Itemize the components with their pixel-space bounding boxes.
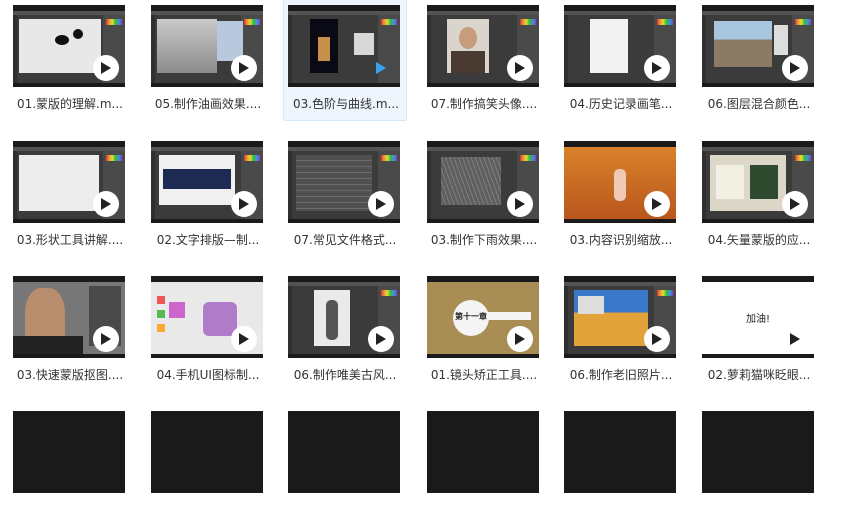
play-icon[interactable]	[231, 55, 257, 81]
video-title[interactable]: 03.快速蒙版抠图....	[8, 366, 132, 383]
video-thumbnail[interactable]	[564, 141, 676, 223]
play-icon[interactable]	[782, 326, 808, 352]
video-title[interactable]: 06.制作老旧照片...	[559, 366, 683, 383]
video-tile[interactable]: 加油! 02.萝莉猫咪眨眼...	[697, 270, 821, 392]
play-icon[interactable]	[93, 326, 119, 352]
video-thumbnail[interactable]	[288, 411, 400, 493]
video-tile[interactable]: 06.制作唯美古风...	[283, 270, 407, 392]
video-title[interactable]: 03.色阶与曲线.m...	[284, 95, 408, 112]
video-title[interactable]: 03.形状工具讲解....	[8, 231, 132, 248]
video-title[interactable]: 01.镜头矫正工具....	[422, 366, 546, 383]
play-icon[interactable]	[93, 191, 119, 217]
video-tile[interactable]: 05.制作油画效果....	[146, 0, 270, 121]
video-thumbnail[interactable]	[702, 141, 814, 223]
play-icon[interactable]	[644, 55, 670, 81]
video-tile[interactable]: 第十一章 01.镜头矫正工具....	[422, 270, 546, 392]
play-icon[interactable]	[231, 191, 257, 217]
video-tile[interactable]: 07.常见文件格式...	[283, 135, 407, 257]
video-tile[interactable]	[146, 405, 270, 527]
video-tile[interactable]: 03.制作下雨效果....	[422, 135, 546, 257]
chapter-overlay-text: 第十一章	[455, 312, 487, 321]
video-title[interactable]: 02.文字排版—制...	[146, 231, 270, 248]
play-icon[interactable]	[644, 191, 670, 217]
play-icon[interactable]	[782, 191, 808, 217]
play-icon[interactable]	[782, 55, 808, 81]
video-tile[interactable]	[422, 405, 546, 527]
video-title[interactable]: 02.萝莉猫咪眨眼...	[697, 366, 821, 383]
video-thumbnail[interactable]	[288, 276, 400, 358]
video-title[interactable]: 04.矢量蒙版的应...	[697, 231, 821, 248]
play-icon[interactable]	[231, 326, 257, 352]
video-thumbnail[interactable]: 第十一章	[427, 276, 539, 358]
play-icon[interactable]	[507, 326, 533, 352]
play-icon[interactable]	[368, 191, 394, 217]
play-icon[interactable]	[507, 191, 533, 217]
video-thumbnail[interactable]	[13, 276, 125, 358]
video-thumbnail[interactable]	[13, 411, 125, 493]
video-tile[interactable]: 03.形状工具讲解....	[8, 135, 132, 257]
video-title[interactable]: 07.常见文件格式...	[283, 231, 407, 248]
video-thumbnail[interactable]	[151, 276, 263, 358]
video-thumbnail[interactable]	[151, 141, 263, 223]
play-icon[interactable]	[368, 326, 394, 352]
video-title[interactable]: 06.图层混合颜色...	[697, 95, 821, 112]
video-tile[interactable]: 06.图层混合颜色...	[697, 0, 821, 121]
video-thumbnail[interactable]	[564, 411, 676, 493]
video-tile[interactable]: 06.制作老旧照片...	[559, 270, 683, 392]
video-thumbnail[interactable]	[427, 141, 539, 223]
video-thumbnail[interactable]	[151, 411, 263, 493]
video-thumbnail[interactable]	[564, 5, 676, 87]
video-thumbnail[interactable]: 加油!	[702, 276, 814, 358]
video-title[interactable]: 03.内容识别缩放...	[559, 231, 683, 248]
video-tile[interactable]: 02.文字排版—制...	[146, 135, 270, 257]
video-thumbnail[interactable]	[288, 5, 400, 87]
video-tile[interactable]	[8, 405, 132, 527]
play-icon[interactable]	[368, 55, 394, 81]
video-title[interactable]: 04.手机UI图标制...	[146, 366, 270, 383]
play-icon[interactable]	[93, 55, 119, 81]
video-thumbnail[interactable]	[151, 5, 263, 87]
play-icon[interactable]	[644, 326, 670, 352]
video-tile[interactable]: 04.历史记录画笔...	[559, 0, 683, 121]
video-thumbnail[interactable]	[288, 141, 400, 223]
video-thumbnail[interactable]	[564, 276, 676, 358]
video-title[interactable]: 03.制作下雨效果....	[422, 231, 546, 248]
cheer-overlay-text: 加油!	[745, 314, 770, 325]
video-tile[interactable]: 03.内容识别缩放...	[559, 135, 683, 257]
video-tile[interactable]	[559, 405, 683, 527]
video-title[interactable]: 04.历史记录画笔...	[559, 95, 683, 112]
video-tile[interactable]	[697, 405, 821, 527]
play-icon[interactable]	[507, 55, 533, 81]
video-tile[interactable]: 04.手机UI图标制...	[146, 270, 270, 392]
video-tile[interactable]: 01.蒙版的理解.m...	[8, 0, 132, 121]
video-thumbnail[interactable]	[427, 5, 539, 87]
video-title[interactable]: 05.制作油画效果....	[146, 95, 270, 112]
video-tile[interactable]: 03.色阶与曲线.m...	[283, 0, 407, 121]
video-title[interactable]: 07.制作搞笑头像....	[422, 95, 546, 112]
video-tile[interactable]: 04.矢量蒙版的应...	[697, 135, 821, 257]
video-tile[interactable]	[283, 405, 407, 527]
video-title[interactable]: 06.制作唯美古风...	[283, 366, 407, 383]
video-thumbnail[interactable]	[702, 411, 814, 493]
video-tile[interactable]: 03.快速蒙版抠图....	[8, 270, 132, 392]
video-thumbnail[interactable]	[702, 5, 814, 87]
video-title[interactable]: 01.蒙版的理解.m...	[8, 95, 132, 112]
video-thumbnail[interactable]	[427, 411, 539, 493]
video-thumbnail[interactable]	[13, 5, 125, 87]
video-grid: 01.蒙版的理解.m... 05.制作油画效果.... 03.色阶与曲线.m... 0…	[0, 0, 865, 493]
video-tile[interactable]: 07.制作搞笑头像....	[422, 0, 546, 121]
video-thumbnail[interactable]	[13, 141, 125, 223]
